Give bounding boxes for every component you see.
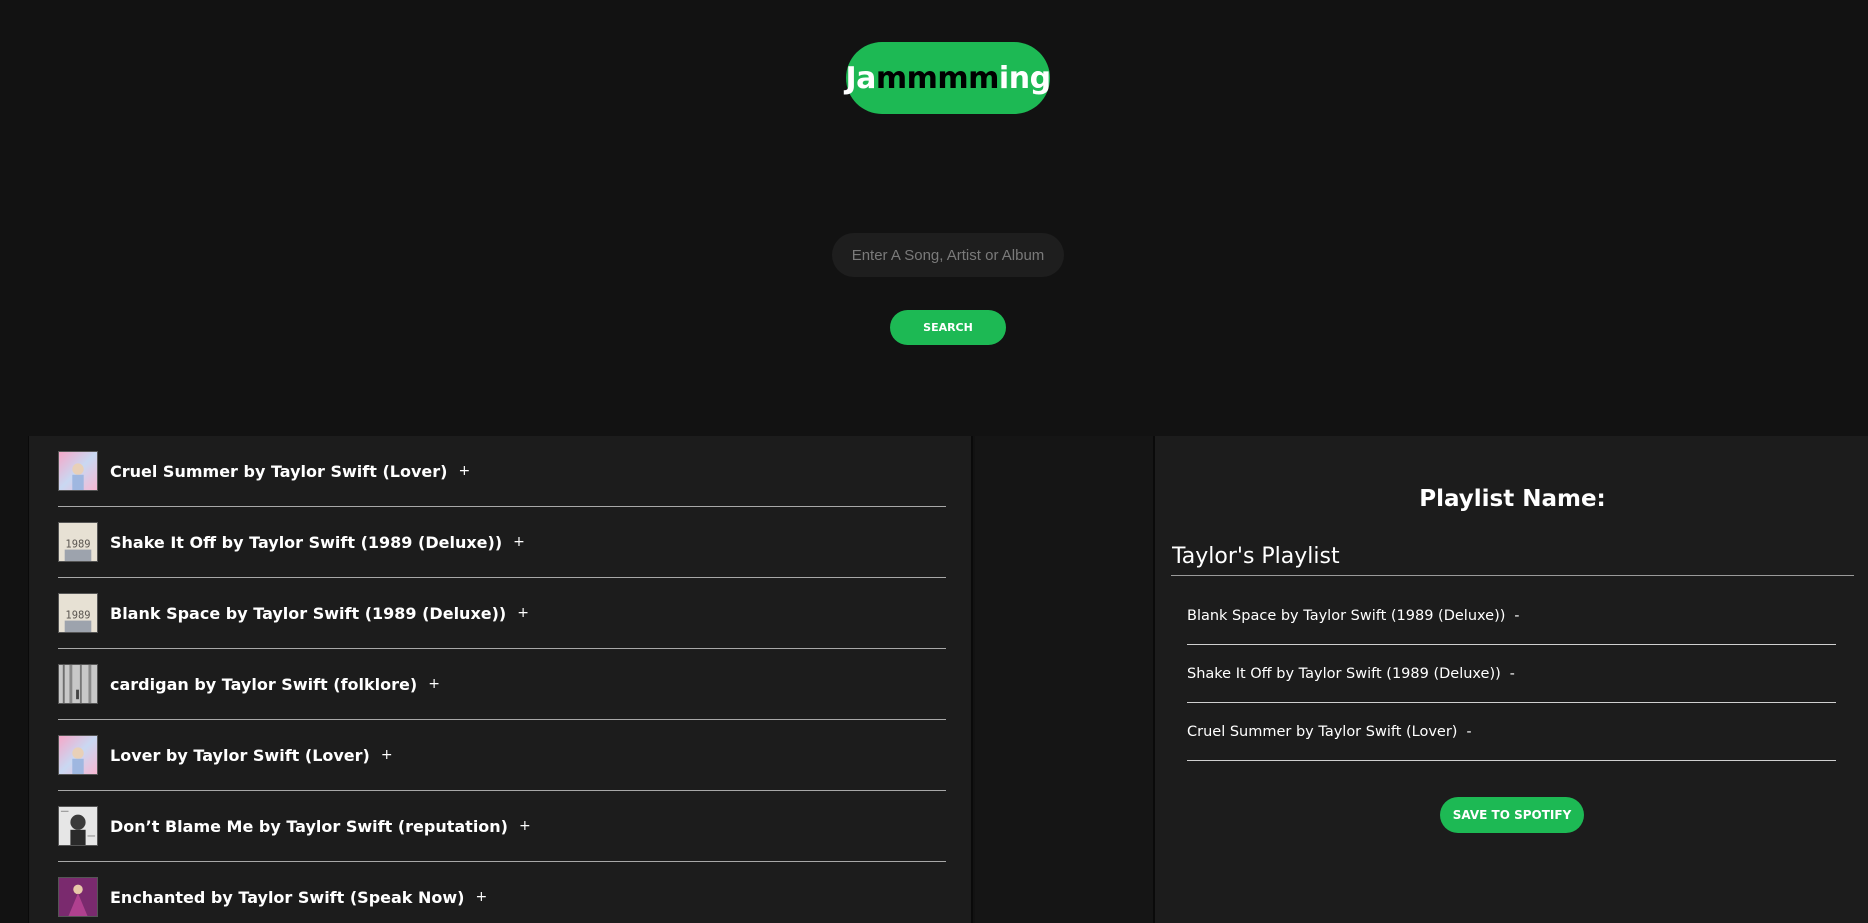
add-track-icon[interactable]: + <box>517 605 529 621</box>
svg-text:1989: 1989 <box>65 539 90 551</box>
playlist-track-title: Blank Space by Taylor Swift (1989 (Delux… <box>1187 607 1506 624</box>
playlist-track-row: Cruel Summer by Taylor Swift (Lover) - <box>1187 703 1836 761</box>
playlist-name-label: Playlist Name: <box>1419 486 1606 512</box>
add-track-icon[interactable]: + <box>513 534 525 550</box>
playlist-track-row: Shake It Off by Taylor Swift (1989 (Delu… <box>1187 645 1836 703</box>
result-track-row: cardigan by Taylor Swift (folklore) + <box>58 649 946 720</box>
track-title: Shake It Off by Taylor Swift (1989 (Delu… <box>110 532 503 552</box>
reputation-album-art <box>58 806 98 846</box>
add-track-icon[interactable]: + <box>428 676 440 692</box>
track-title: Lover by Taylor Swift (Lover) <box>110 745 370 765</box>
lover-album-art <box>58 735 98 775</box>
result-track-row: 1989 Blank Space by Taylor Swift (1989 (… <box>58 578 946 649</box>
save-to-spotify-button[interactable]: Save To Spotify <box>1440 797 1584 833</box>
folklore-album-art <box>58 664 98 704</box>
track-title: Enchanted by Taylor Swift (Speak Now) <box>110 887 465 907</box>
remove-track-icon[interactable]: - <box>1466 724 1471 740</box>
add-track-icon[interactable]: + <box>458 463 470 479</box>
1989-album-art: 1989 <box>58 522 98 562</box>
logo-text-ing: ing <box>998 60 1051 96</box>
result-track-row: Enchanted by Taylor Swift (Speak Now) + <box>58 862 946 923</box>
add-track-icon[interactable]: + <box>381 747 393 763</box>
logo-text-mmmm: mmmm <box>875 60 1000 96</box>
remove-track-icon[interactable]: - <box>1514 608 1519 624</box>
playlist-track-title: Shake It Off by Taylor Swift (1989 (Delu… <box>1187 665 1501 682</box>
search-input[interactable] <box>832 233 1064 277</box>
svg-text:1989: 1989 <box>65 610 90 622</box>
track-title: Blank Space by Taylor Swift (1989 (Delux… <box>110 603 507 623</box>
result-track-row: Lover by Taylor Swift (Lover) + <box>58 720 946 791</box>
playlist-name-input[interactable] <box>1171 538 1854 576</box>
result-track-row: Don’t Blame Me by Taylor Swift (reputati… <box>58 791 946 862</box>
track-title: Cruel Summer by Taylor Swift (Lover) <box>110 461 448 481</box>
logo-text-ja: Ja <box>845 60 876 96</box>
playlist-track-title: Cruel Summer by Taylor Swift (Lover) <box>1187 723 1458 740</box>
search-button[interactable]: Search <box>890 310 1006 345</box>
add-track-icon[interactable]: + <box>519 818 531 834</box>
search-results-panel: Cruel Summer by Taylor Swift (Lover) + 1… <box>28 436 973 923</box>
track-title: cardigan by Taylor Swift (folklore) <box>110 674 418 694</box>
speak-now-album-art <box>58 877 98 917</box>
jammming-logo: Ja mmmm ing <box>845 42 1051 114</box>
playlist-panel: Playlist Name: Blank Space by Taylor Swi… <box>1153 436 1868 923</box>
lover-album-art <box>58 451 98 491</box>
remove-track-icon[interactable]: - <box>1510 666 1515 682</box>
playlist-track-row: Blank Space by Taylor Swift (1989 (Delux… <box>1187 587 1836 645</box>
result-track-row: 1989 Shake It Off by Taylor Swift (1989 … <box>58 507 946 578</box>
panel-gap <box>975 436 1153 923</box>
add-track-icon[interactable]: + <box>475 889 487 905</box>
track-title: Don’t Blame Me by Taylor Swift (reputati… <box>110 816 508 836</box>
1989-album-art: 1989 <box>58 593 98 633</box>
result-track-row: Cruel Summer by Taylor Swift (Lover) + <box>58 436 946 507</box>
